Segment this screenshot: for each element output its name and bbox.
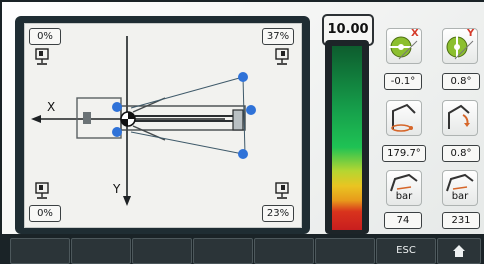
slew-angle-value: 179.7° bbox=[382, 145, 426, 162]
y-axis-label: Y bbox=[113, 182, 121, 196]
crane-top-view bbox=[31, 36, 256, 206]
home-icon bbox=[453, 245, 465, 257]
outrigger-icon bbox=[275, 48, 289, 65]
machine-cab bbox=[83, 112, 91, 124]
outrigger-icon bbox=[35, 182, 49, 199]
home-button[interactable] bbox=[437, 238, 481, 264]
softkey-3[interactable] bbox=[132, 238, 192, 264]
bottom-left-percentage: 0% bbox=[29, 205, 61, 222]
limit-handle bbox=[238, 72, 248, 82]
crane-pressure-icon[interactable]: bar bbox=[442, 170, 478, 206]
limit-handle bbox=[246, 105, 256, 115]
softkey-5[interactable] bbox=[254, 238, 314, 264]
position-diagram: X Y 0% 37% 0% 23% bbox=[24, 23, 302, 228]
tilt-y-value: 0.8° bbox=[442, 73, 480, 90]
top-right-percentage: 37% bbox=[262, 28, 294, 45]
pressure-2-unit: bar bbox=[451, 191, 469, 202]
tilt-y-axis-label: Y bbox=[467, 28, 475, 39]
softkey-bar: ESC bbox=[0, 236, 484, 264]
display-screen: X Y 0% 37% 0% 23% 10.00 X -0.1° Y 0.8° 1… bbox=[2, 2, 484, 234]
boom-angle-value: 0.8° bbox=[442, 145, 480, 162]
pressure-1-value: 74 bbox=[384, 212, 422, 229]
tilt-x-value: -0.1° bbox=[384, 73, 422, 90]
slew-angle-icon[interactable] bbox=[386, 100, 422, 136]
y-axis-arrow bbox=[123, 196, 131, 206]
limit-handle bbox=[112, 127, 122, 137]
position-diagram-panel: X Y 0% 37% 0% 23% bbox=[15, 16, 310, 234]
outrigger-icon bbox=[35, 48, 49, 65]
tilt-x-axis-label: X bbox=[411, 28, 419, 39]
boom-head bbox=[232, 109, 244, 131]
softkey-6[interactable] bbox=[315, 238, 375, 264]
escape-button[interactable]: ESC bbox=[376, 238, 436, 264]
softkey-4[interactable] bbox=[193, 238, 253, 264]
level-bar-frame bbox=[325, 40, 369, 234]
level-bar bbox=[332, 46, 362, 230]
x-axis-arrow bbox=[31, 115, 41, 123]
softkey-2[interactable] bbox=[71, 238, 131, 264]
limit-handle bbox=[238, 149, 248, 159]
softkey-1[interactable] bbox=[10, 238, 70, 264]
bottom-right-percentage: 23% bbox=[262, 205, 294, 222]
range-line-lower bbox=[130, 131, 244, 155]
range-line-upper bbox=[130, 76, 244, 109]
tilt-x-level-icon[interactable]: X bbox=[386, 28, 422, 64]
limit-handle bbox=[112, 102, 122, 112]
pressure-1-unit: bar bbox=[395, 191, 413, 202]
x-axis-label: X bbox=[47, 100, 56, 114]
pressure-2-value: 231 bbox=[442, 212, 480, 229]
top-left-percentage: 0% bbox=[29, 28, 61, 45]
tilt-y-level-icon[interactable]: Y bbox=[442, 28, 478, 64]
crane-pressure-icon[interactable]: bar bbox=[386, 170, 422, 206]
boom-angle-icon[interactable] bbox=[442, 100, 478, 136]
outrigger-icon bbox=[275, 182, 289, 199]
